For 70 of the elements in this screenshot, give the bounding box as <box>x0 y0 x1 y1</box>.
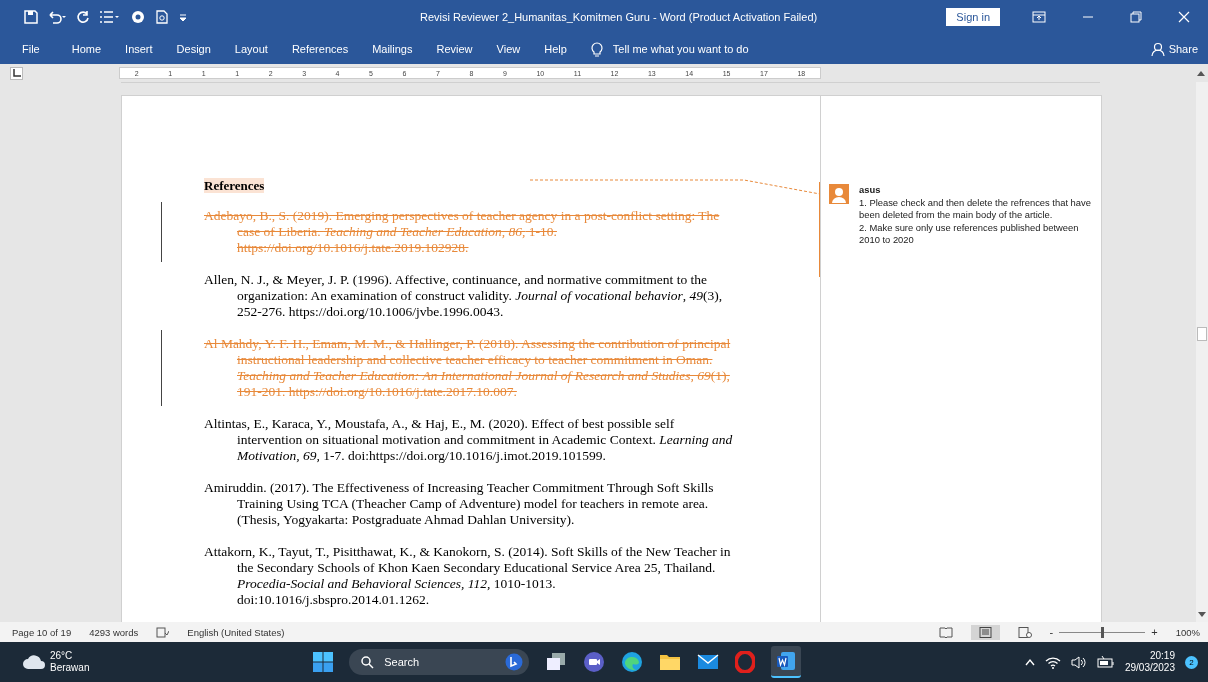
ribbon-tab[interactable]: Review <box>436 43 473 55</box>
ribbon-display-icon[interactable] <box>1032 11 1046 23</box>
folder-icon[interactable] <box>659 652 682 672</box>
comment-text: 1. Please check and then delete the refrences that have been deleted from the main body of the article. <box>859 196 1091 222</box>
save-icon[interactable] <box>24 10 38 24</box>
sign-in-button[interactable]: Sign in <box>946 8 1000 26</box>
opera-icon[interactable] <box>735 651 756 673</box>
ribbon-tab[interactable]: File <box>22 43 40 55</box>
wifi-icon[interactable] <box>1044 655 1061 669</box>
language-status[interactable]: English (United States) <box>187 626 285 638</box>
zoom-slider-thumb[interactable] <box>1101 626 1105 638</box>
share-button[interactable]: Share <box>1168 43 1198 55</box>
ribbon-tab[interactable]: Home <box>71 43 102 55</box>
redo-icon[interactable] <box>76 10 90 24</box>
comment-text: 2. Make sure only use references published between 2010 to 2020 <box>859 221 1080 247</box>
ribbon-tab[interactable]: Help <box>544 43 567 55</box>
reference-entry: Attakorn, K., Tayut, T., Pisitthawat, K., & Kanokorn, S. (2014). Soft Skills of the New Teacher in the Secondary Schools of Khon Kaen Secondary Educational Service Area 25, Thailand. Procedia-Social and Behavioral Sciences, 112, 1010-1013. doi:10.1016/j.sbspro.2014.01.1262. <box>204 544 732 608</box>
proofing-icon[interactable] <box>156 626 170 638</box>
task-view-icon[interactable] <box>545 652 568 672</box>
bing-icon[interactable] <box>505 653 524 671</box>
zoom-out-button[interactable]: - <box>1049 626 1054 638</box>
window-title: Revisi Reviewer 2_Humanitas_Komitmen Guru - Word (Product Activation Failed) <box>419 11 819 23</box>
notification-badge[interactable]: 2 <box>1185 655 1198 669</box>
speaker-icon[interactable] <box>1070 655 1087 669</box>
lightbulb-icon <box>590 41 603 57</box>
reference-entry: Al Mahdy, Y. F. H., Emam, M. M., & Hallinger, P. (2018). Assessing the contribution of principal instructional leadership and collective teacher efficacy to teacher commitment in Oman. Teaching and Teacher Education: An International Journal of Research and Studies, 69(1), 191-201. https://doi.org/10.1016/j.tate.2017.10.007. <box>204 336 732 400</box>
taskbar-search-field[interactable]: Search <box>349 649 530 675</box>
battery-icon[interactable] <box>1096 656 1115 668</box>
ribbon-tab[interactable]: Insert <box>125 43 153 55</box>
reference-entry: Amiruddin. (2017). The Effectiveness of Increasing Teacher Commitment Through Soft Skills Training Using TCA (Theacher Camp of Adventure) model for teachers in remote area. (Thesis, Yogyakarta: Postgraduate Ahmad Dahlan University). <box>204 480 715 528</box>
touch-mode-icon[interactable] <box>130 10 146 24</box>
print-preview-icon[interactable] <box>155 10 169 24</box>
print-layout-icon[interactable] <box>970 624 1000 640</box>
references-heading: References <box>204 178 265 193</box>
avatar-icon <box>829 184 849 204</box>
mail-icon[interactable] <box>697 653 720 671</box>
tell-me-field[interactable]: Tell me what you want to do <box>612 43 749 55</box>
clock-time[interactable]: 20:19 <box>1149 650 1175 662</box>
reference-entry: Altintas, E., Karaca, Y., Moustafa, A., & Haj, E., M. (2020). Effect of best possible self intervention on situational motivation and commitment in Academic Context. Learning and Motivation, 69, 1-7. doi:https://doi.org/10.1016/j.imot.2019.101599. <box>204 416 734 464</box>
restore-icon[interactable] <box>1130 11 1142 23</box>
ribbon-tab[interactable]: Mailings <box>372 43 413 55</box>
weather-condition[interactable]: Berawan <box>50 662 90 674</box>
page-count[interactable]: Page 10 of 19 <box>12 626 72 638</box>
tab-selector-icon[interactable] <box>10 66 23 80</box>
temperature[interactable]: 26°C <box>50 650 90 662</box>
word-count[interactable]: 4293 words <box>89 626 139 638</box>
person-icon <box>1150 42 1165 56</box>
chevron-up-icon[interactable] <box>1024 658 1035 666</box>
undo-icon[interactable] <box>47 10 67 24</box>
clock-date[interactable]: 29/03/2023 <box>1124 662 1175 674</box>
browser-icon[interactable] <box>621 651 644 673</box>
zoom-level[interactable]: 100% <box>1175 626 1200 638</box>
start-icon[interactable] <box>313 652 334 672</box>
ribbon-tab[interactable]: Layout <box>234 43 268 55</box>
search-icon <box>361 655 375 669</box>
ribbon-tab[interactable]: View <box>496 43 521 55</box>
read-mode-icon[interactable] <box>938 626 953 638</box>
scrollbar-thumb[interactable] <box>1197 327 1207 341</box>
comment-author: asus <box>859 184 882 197</box>
ribbon-tab[interactable]: References <box>291 43 349 55</box>
reference-entry: Adebayo, B., S. (2019). Emerging perspectives of teacher agency in a post-conflict setting: The case of Liberia. Teaching and Teacher Education, 86, 1-10. https://doi.org/10.1016/j.tate.2019.102928. <box>204 208 721 256</box>
word-app-icon[interactable] <box>771 646 802 678</box>
close-icon[interactable] <box>1178 11 1190 23</box>
reference-entry: Allen, N. J., & Meyer, J. P. (1996). Affective, continuance, and normative commitment to the organization: An examination of construct validity. Journal of vocational behavior, 49(3), 252-276. https://doi.org/10.1006/jvbe.1996.0043. <box>204 272 724 320</box>
cloud-icon[interactable] <box>22 654 46 670</box>
list-icon[interactable] <box>99 10 121 24</box>
zoom-in-button[interactable]: + <box>1151 626 1158 638</box>
meet-icon[interactable] <box>583 651 606 673</box>
web-layout-icon[interactable] <box>1017 626 1032 638</box>
ribbon-tab[interactable]: Design <box>176 43 211 55</box>
